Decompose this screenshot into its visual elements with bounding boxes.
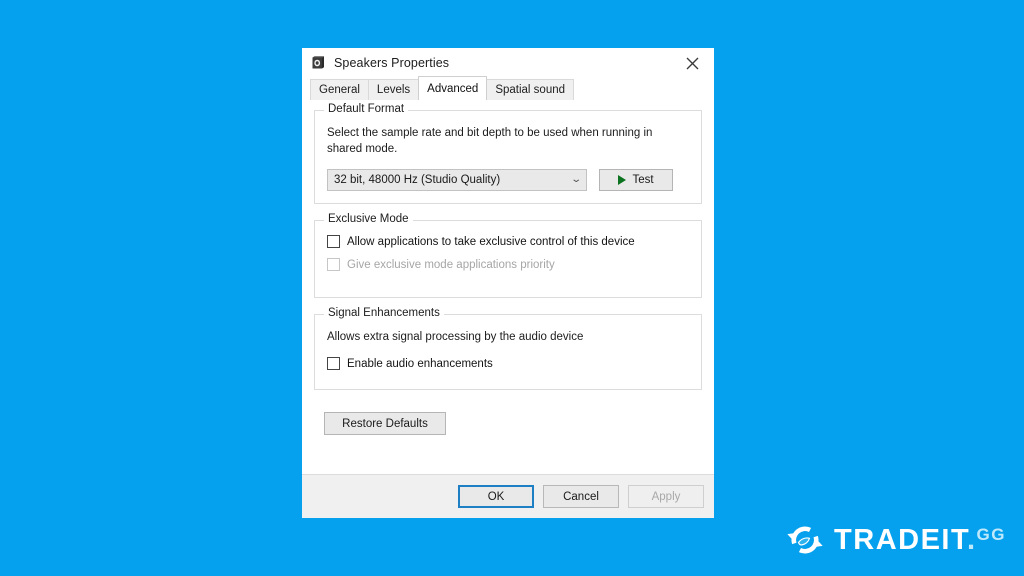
- group-title-default-format: Default Format: [324, 103, 409, 115]
- checkbox-box: [327, 235, 340, 248]
- checkbox-allow-exclusive-control[interactable]: Allow applications to take exclusive con…: [327, 235, 689, 248]
- checkbox-label: Enable audio enhancements: [347, 357, 493, 370]
- titlebar: Speakers Properties: [302, 48, 714, 78]
- restore-defaults-row: Restore Defaults: [314, 406, 702, 435]
- chevron-down-icon: ⌄: [569, 174, 582, 185]
- wordmark-it: IT: [941, 523, 967, 556]
- signal-enhancements-description: Allows extra signal processing by the au…: [327, 331, 584, 343]
- default-format-row: 32 bit, 48000 Hz (Studio Quality) ⌄ Test: [327, 169, 689, 191]
- sample-rate-value: 32 bit, 48000 Hz (Studio Quality): [334, 174, 501, 186]
- dialog-footer: OK Cancel Apply: [302, 474, 714, 518]
- tab-levels[interactable]: Levels: [367, 79, 420, 100]
- tab-strip: General Levels Advanced Spatial sound: [302, 76, 714, 100]
- group-title-signal-enhancements: Signal Enhancements: [324, 307, 444, 319]
- checkbox-enable-audio-enhancements[interactable]: Enable audio enhancements: [327, 357, 689, 370]
- group-signal-enhancements: Signal Enhancements Allows extra signal …: [314, 307, 702, 390]
- tab-spatial-sound[interactable]: Spatial sound: [486, 79, 575, 100]
- group-default-format: Default Format Select the sample rate an…: [314, 103, 702, 204]
- wordmark-trade: TRADE: [834, 523, 942, 556]
- tab-general[interactable]: General: [310, 79, 369, 100]
- checkbox-label: Give exclusive mode applications priorit…: [347, 258, 555, 271]
- checkbox-exclusive-priority: Give exclusive mode applications priorit…: [327, 258, 689, 271]
- group-exclusive-mode: Exclusive Mode Allow applications to tak…: [314, 213, 702, 298]
- test-button-label: Test: [632, 174, 654, 186]
- wordmark-gg: GG: [976, 524, 1006, 544]
- speakers-properties-dialog: Speakers Properties General Levels Advan…: [302, 48, 714, 518]
- tradeit-wordmark: TRADEIT.GG: [834, 523, 1006, 556]
- window-title: Speakers Properties: [334, 56, 450, 70]
- tab-advanced[interactable]: Advanced: [418, 76, 488, 100]
- play-icon: [618, 175, 627, 185]
- speaker-icon: [310, 55, 326, 71]
- restore-defaults-button[interactable]: Restore Defaults: [324, 412, 446, 435]
- wordmark-dot: .: [966, 523, 977, 556]
- apply-button: Apply: [628, 485, 704, 508]
- sample-rate-dropdown[interactable]: 32 bit, 48000 Hz (Studio Quality) ⌄: [327, 169, 587, 191]
- checkbox-box: [327, 357, 340, 370]
- ok-button[interactable]: OK: [458, 485, 534, 508]
- tradeit-circular-arrow-logo-icon: [786, 521, 824, 559]
- group-title-exclusive-mode: Exclusive Mode: [324, 213, 413, 225]
- cancel-button[interactable]: Cancel: [543, 485, 619, 508]
- checkbox-label: Allow applications to take exclusive con…: [347, 235, 635, 248]
- default-format-description: Select the sample rate and bit depth to …: [327, 127, 653, 155]
- tab-panel-advanced: Default Format Select the sample rate an…: [302, 99, 714, 474]
- test-button[interactable]: Test: [599, 169, 673, 191]
- close-button[interactable]: [670, 48, 714, 78]
- checkbox-box: [327, 258, 340, 271]
- tradeit-watermark: TRADEIT.GG: [786, 520, 1006, 560]
